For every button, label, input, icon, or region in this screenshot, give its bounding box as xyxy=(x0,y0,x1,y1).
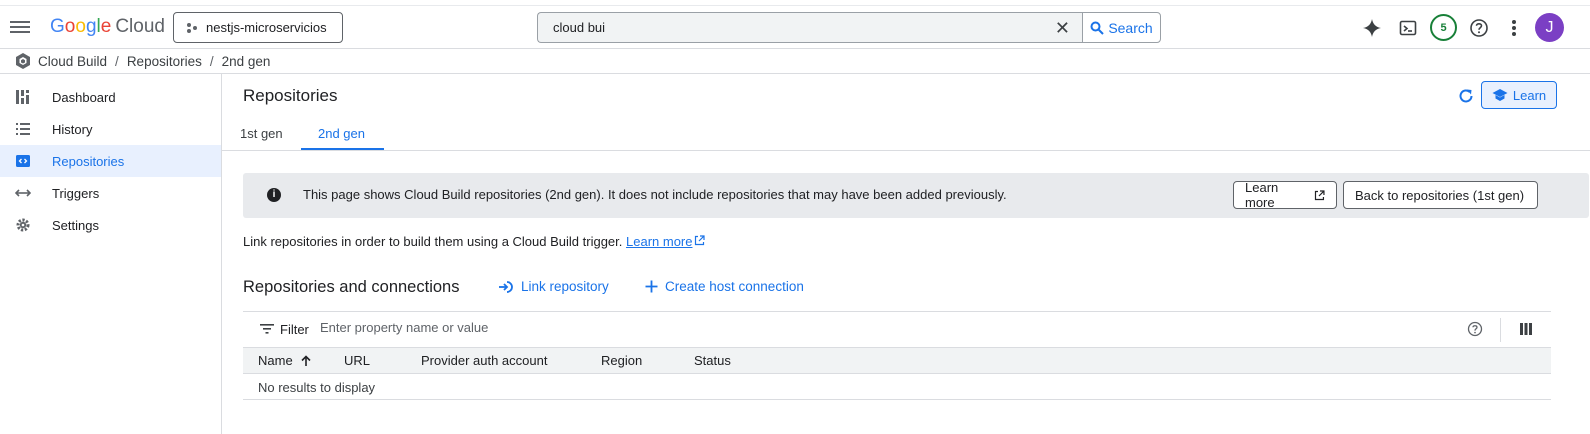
notifications-badge[interactable]: 5 xyxy=(1430,14,1457,41)
filter-divider xyxy=(1500,318,1501,342)
table-header: Name URL Provider auth account Region St… xyxy=(243,348,1551,374)
breadcrumb-repositories[interactable]: Repositories xyxy=(127,54,202,69)
breadcrumb: Cloud Build / Repositories / 2nd gen xyxy=(14,50,270,72)
tab-1st-gen[interactable]: 1st gen xyxy=(240,126,283,150)
project-name: nestjs-microservicios xyxy=(206,20,327,35)
gemini-sparkle-icon[interactable] xyxy=(1360,16,1384,40)
main-menu-icon[interactable] xyxy=(10,18,30,36)
banner-text: This page shows Cloud Build repositories… xyxy=(303,187,1007,202)
avatar[interactable]: J xyxy=(1535,13,1564,42)
project-icon xyxy=(186,22,198,34)
column-header-provider-auth-account[interactable]: Provider auth account xyxy=(421,353,547,368)
section-title: Repositories and connections xyxy=(243,278,460,296)
google-cloud-logo[interactable]: Google Cloud xyxy=(50,16,165,38)
link-description: Link repositories in order to build them… xyxy=(243,234,706,249)
breadcrumb-2nd-gen: 2nd gen xyxy=(221,53,271,69)
external-link-icon xyxy=(695,235,706,246)
page-title: Repositories xyxy=(243,86,338,105)
search-input[interactable] xyxy=(553,20,1033,35)
repository-icon xyxy=(16,155,30,167)
more-options-icon[interactable] xyxy=(1502,16,1526,40)
tab-2nd-gen[interactable]: 2nd gen xyxy=(318,126,365,150)
main-content: Repositories Learn 1st gen 2nd gen i Thi… xyxy=(222,74,1590,434)
sidebar-item-settings[interactable]: Settings xyxy=(0,209,221,241)
column-display-icon[interactable] xyxy=(1519,322,1533,336)
info-banner: i This page shows Cloud Build repositori… xyxy=(243,173,1589,218)
column-header-url[interactable]: URL xyxy=(344,353,370,368)
sort-ascending-icon xyxy=(301,354,311,366)
info-icon: i xyxy=(267,188,281,202)
column-header-region[interactable]: Region xyxy=(601,353,642,368)
column-header-status[interactable]: Status xyxy=(694,353,731,368)
gear-icon xyxy=(16,218,30,232)
tabs-divider xyxy=(222,150,1590,151)
link-repository-button[interactable]: Link repository xyxy=(498,279,609,294)
search-box[interactable]: ✕ xyxy=(537,12,1082,43)
dashboard-icon xyxy=(16,90,29,104)
sidebar-item-dashboard[interactable]: Dashboard xyxy=(0,81,221,113)
help-icon[interactable] xyxy=(1467,321,1483,337)
sidebar-item-triggers[interactable]: Triggers xyxy=(0,177,221,209)
link-repository-icon xyxy=(499,280,513,293)
clear-search-icon[interactable]: ✕ xyxy=(1055,18,1070,38)
search-icon xyxy=(1090,21,1105,35)
cloud-shell-icon[interactable] xyxy=(1396,16,1420,40)
sidebar-item-history[interactable]: History xyxy=(0,113,221,145)
create-host-connection-button[interactable]: Create host connection xyxy=(645,279,804,294)
empty-state-text: No results to display xyxy=(258,380,376,395)
sidebar-item-repositories[interactable]: Repositories xyxy=(0,145,221,177)
column-header-name[interactable]: Name xyxy=(258,353,312,368)
help-icon[interactable] xyxy=(1467,16,1491,40)
breadcrumb-cloud-build[interactable]: Cloud Build xyxy=(38,54,107,69)
filter-icon xyxy=(260,324,274,334)
external-link-icon xyxy=(1314,189,1325,200)
learn-button[interactable]: Learn xyxy=(1481,81,1557,109)
project-selector[interactable]: nestjs-microservicios xyxy=(173,12,343,43)
plus-icon xyxy=(645,280,658,293)
table-row: No results to display xyxy=(243,374,1551,400)
school-icon xyxy=(1492,89,1508,101)
list-icon xyxy=(16,123,30,135)
search-button[interactable]: Search xyxy=(1082,12,1161,43)
cloud-build-icon xyxy=(16,53,30,69)
top-bar: GoogleCloud nestjs-microservicios ✕ Sear… xyxy=(0,5,1590,49)
filter-input[interactable] xyxy=(320,320,1220,335)
filter-bar: Filter xyxy=(243,311,1551,348)
banner-learn-more-button[interactable]: Learn more xyxy=(1233,180,1337,210)
back-to-1st-gen-button[interactable]: Back to repositories (1st gen) xyxy=(1343,181,1538,209)
filter-label: Filter xyxy=(280,322,309,337)
refresh-icon[interactable] xyxy=(1456,86,1476,106)
sidebar: Dashboard History Repositories Triggers … xyxy=(0,74,222,434)
learn-more-link[interactable]: Learn more xyxy=(626,234,692,249)
arrows-icon xyxy=(15,189,31,197)
